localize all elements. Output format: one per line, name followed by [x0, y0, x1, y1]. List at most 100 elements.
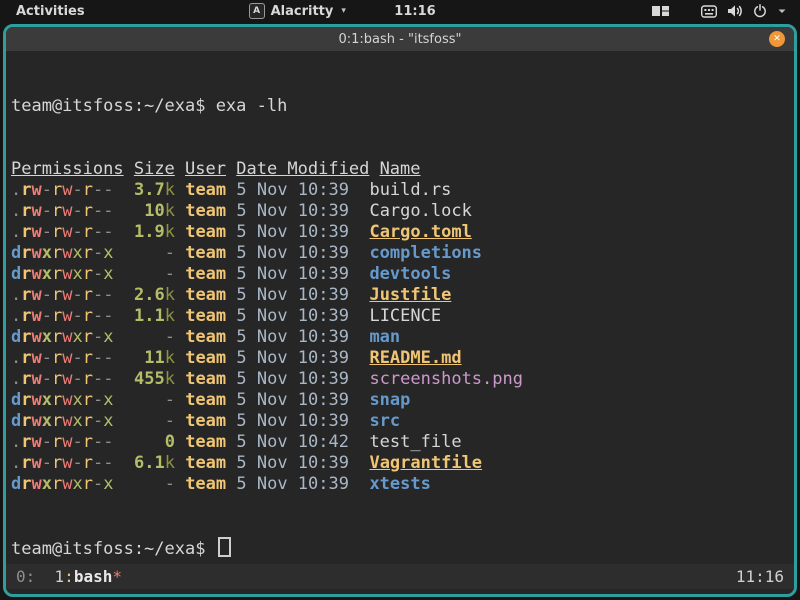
file-size-unit: k [164, 348, 175, 368]
activities-button[interactable]: Activities [12, 4, 89, 19]
perm-char: w [62, 243, 73, 263]
perm-char: x [103, 390, 114, 410]
perm-char: . [11, 432, 22, 452]
perm-char: r [52, 327, 63, 347]
file-name: snap [369, 390, 411, 410]
file-date: 5 Nov 10:39 [226, 474, 370, 494]
perm-char: r [82, 264, 93, 284]
file-listing: Permissions Size User Date Modified Name… [11, 159, 794, 495]
perm-char: r [82, 222, 93, 242]
file-name: devtools [369, 264, 452, 284]
tmux-window-index: 1 [54, 567, 65, 586]
perm-char: w [31, 390, 42, 410]
perm-char: x [72, 264, 83, 284]
perm-char: r [82, 390, 93, 410]
perm-char: - [93, 411, 104, 431]
file-size-unit: k [164, 369, 175, 389]
file-row: .rw-rw-r-- 1.9k team 5 Nov 10:39 Cargo.t… [11, 222, 794, 243]
perm-char: x [41, 474, 52, 494]
perm-char: w [62, 390, 73, 410]
perm-char: r [52, 348, 63, 368]
file-size-unit: k [164, 285, 175, 305]
perm-char: r [52, 369, 63, 389]
file-name: test_file [369, 432, 462, 452]
system-tray[interactable] [647, 4, 792, 18]
file-row: .rw-rw-r-- 6.1k team 5 Nov 10:39 Vagrant… [11, 453, 794, 474]
perm-char: . [11, 201, 22, 221]
terminal-cursor [217, 537, 231, 557]
window-titlebar[interactable]: 0:1:bash - "itsfoss" ✕ [6, 27, 794, 51]
file-size: - [164, 411, 175, 431]
perm-char: r [52, 432, 63, 452]
perm-char: - [93, 474, 104, 494]
app-menu-label: Alacritty [270, 3, 334, 19]
perm-char: r [52, 264, 63, 284]
close-button[interactable]: ✕ [769, 31, 785, 47]
perm-char: r [52, 411, 63, 431]
app-menu-button[interactable]: A Alacritty ▾ [248, 3, 346, 19]
perm-char: r [21, 264, 32, 284]
perm-char: - [103, 201, 114, 221]
file-row: drwxrwxr-x - team 5 Nov 10:39 snap [11, 390, 794, 411]
chevron-down-icon[interactable] [777, 7, 787, 15]
keyboard-icon[interactable] [701, 4, 717, 18]
file-owner: team [185, 306, 227, 326]
clock[interactable]: 11:16 [394, 4, 435, 19]
perm-char: r [52, 306, 63, 326]
file-size: 1.9 [133, 222, 165, 242]
listing-header: Permissions Size User Date Modified Name [11, 159, 794, 180]
file-size: 0 [164, 432, 175, 452]
perm-char: w [62, 453, 73, 473]
perm-char: - [72, 306, 83, 326]
volume-icon[interactable] [727, 4, 743, 18]
perm-char: r [52, 180, 63, 200]
file-owner: team [185, 432, 227, 452]
perm-char: w [62, 222, 73, 242]
perm-char: w [62, 348, 73, 368]
perm-char: - [103, 369, 114, 389]
file-owner: team [185, 222, 227, 242]
perm-char: x [41, 243, 52, 263]
perm-char: w [31, 369, 42, 389]
file-size: 11 [144, 348, 165, 368]
file-date: 5 Nov 10:39 [226, 453, 370, 473]
perm-char: w [62, 474, 73, 494]
tmux-status-left: 0: 1:bash* [16, 567, 122, 586]
perm-char: . [11, 285, 22, 305]
tmux-window-tab[interactable]: 1:bash* [55, 567, 122, 586]
perm-char: w [62, 180, 73, 200]
perm-char: w [31, 453, 42, 473]
file-owner: team [185, 201, 227, 221]
perm-char: - [93, 327, 104, 347]
file-date: 5 Nov 10:39 [226, 348, 370, 368]
perm-char: - [41, 369, 52, 389]
perm-char: r [82, 327, 93, 347]
file-size: 1.1 [133, 306, 165, 326]
perm-char: x [103, 264, 114, 284]
perm-char: - [93, 222, 104, 242]
file-date: 5 Nov 10:42 [226, 432, 370, 452]
perm-char: r [52, 390, 63, 410]
perm-char: x [72, 474, 83, 494]
perm-char: w [31, 222, 42, 242]
file-row: .rw-rw-r-- 3.7k team 5 Nov 10:39 build.r… [11, 180, 794, 201]
perm-char: d [11, 411, 22, 431]
perm-char: r [82, 348, 93, 368]
perm-char: - [72, 180, 83, 200]
tiling-layout-icon[interactable] [652, 5, 669, 17]
power-icon[interactable] [753, 4, 767, 18]
file-owner: team [185, 285, 227, 305]
file-name: build.rs [369, 180, 452, 200]
file-date: 5 Nov 10:39 [226, 369, 370, 389]
perm-char: w [31, 474, 42, 494]
perm-char: - [93, 285, 104, 305]
terminal-screen[interactable]: team@itsfoss:~/exa$ exa -lh Permissions … [6, 51, 794, 562]
perm-char: . [11, 453, 22, 473]
